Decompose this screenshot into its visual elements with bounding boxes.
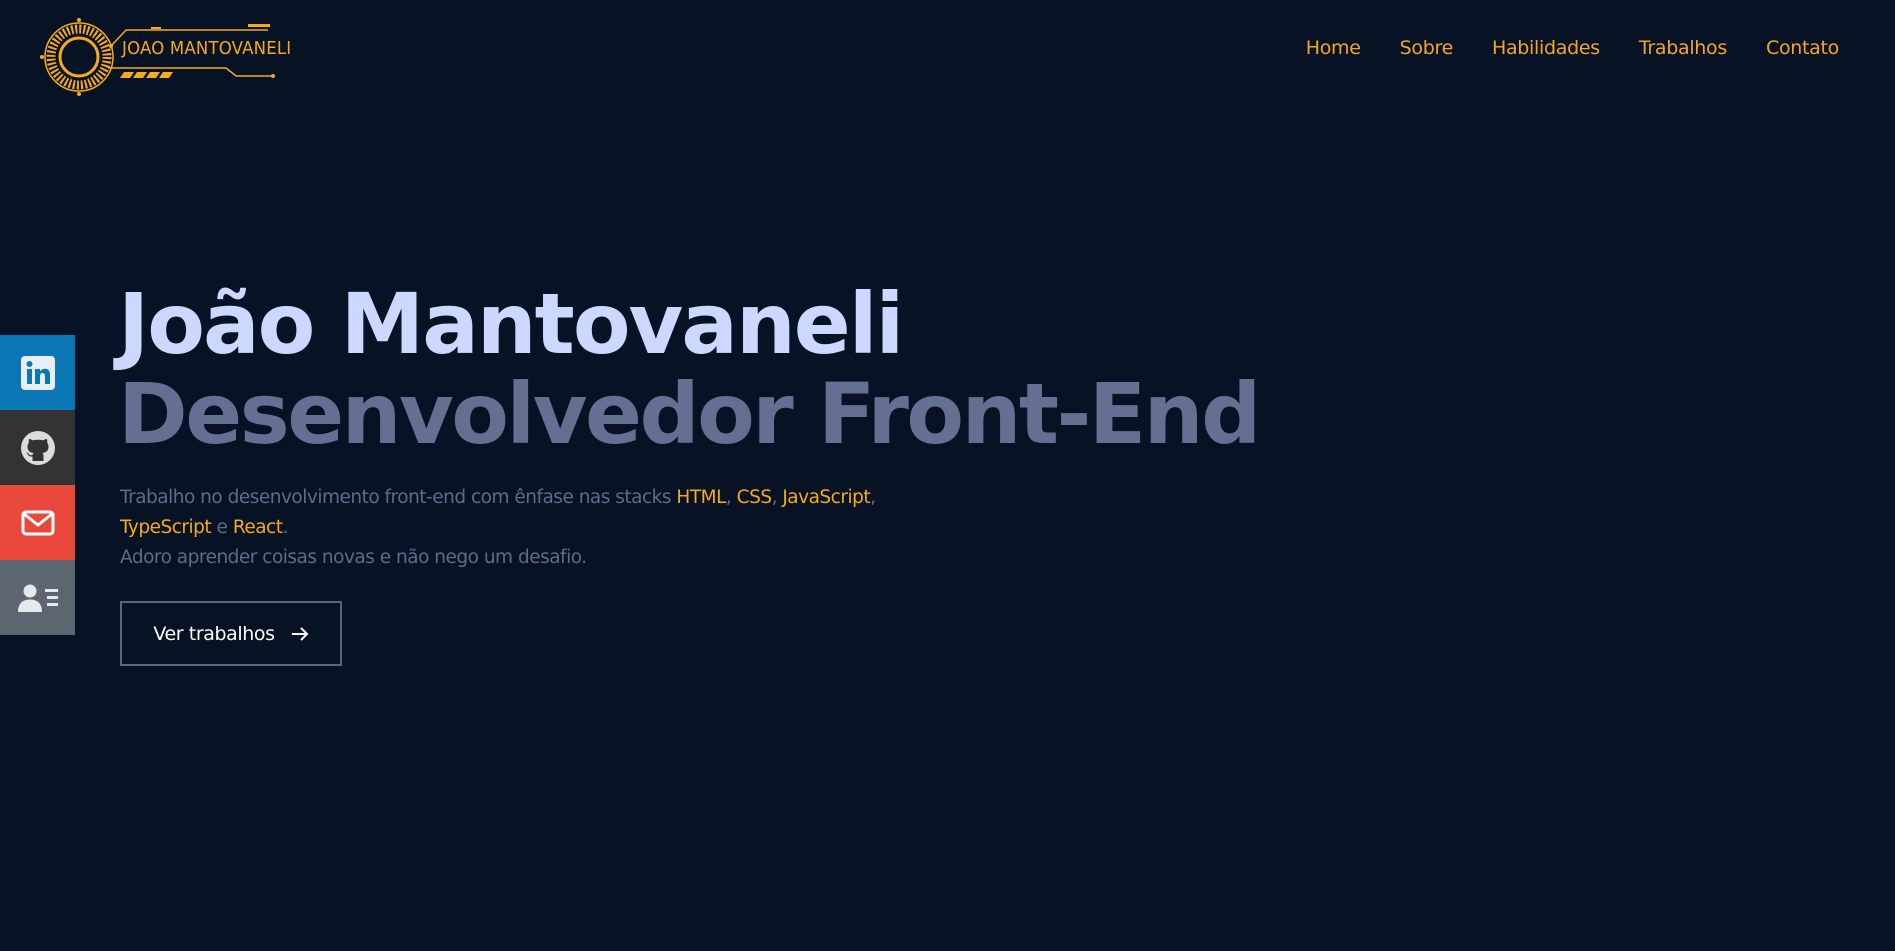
stack-html: HTML [676, 487, 726, 508]
page: JOAO MANTOVANELI Home Sobre Habilidades … [0, 0, 1895, 951]
ver-trabalhos-button[interactable]: Ver trabalhos [120, 601, 342, 666]
social-linkedin-button[interactable] [0, 335, 75, 410]
contact-card-icon [17, 584, 58, 612]
nav-home[interactable]: Home [1306, 37, 1361, 59]
linkedin-icon [20, 355, 55, 390]
social-sidebar [0, 335, 75, 635]
nav-sobre[interactable]: Sobre [1400, 37, 1454, 59]
desc-line2: Adoro aprender coisas novas e não nego u… [120, 547, 587, 568]
stack-javascript: JavaScript [782, 487, 871, 508]
stack-react: React [232, 517, 283, 538]
hero-description: Trabalho no desenvolvimento front-end co… [120, 483, 1020, 573]
desc-sep: , [725, 487, 737, 508]
desc-and: e [211, 517, 233, 538]
logo-text: JOAO MANTOVANELI [122, 38, 292, 59]
hero-role: Desenvolvedor Front-End [118, 365, 1261, 463]
hero-name: João Mantovaneli [118, 275, 904, 373]
nav-habilidades[interactable]: Habilidades [1492, 37, 1600, 59]
social-github-button[interactable] [0, 410, 75, 485]
ver-trabalhos-label: Ver trabalhos [153, 622, 275, 645]
desc-prefix: Trabalho no desenvolvimento front-end co… [120, 487, 677, 508]
nav-contato[interactable]: Contato [1766, 37, 1839, 59]
arrow-right-icon [291, 626, 309, 641]
github-icon [20, 430, 55, 465]
stack-typescript: TypeScript [120, 517, 212, 538]
social-resume-button[interactable] [0, 560, 75, 635]
main-nav: Home Sobre Habilidades Trabalhos Contato [1306, 37, 1840, 59]
desc-end: . [282, 517, 288, 538]
desc-sep: , [771, 487, 783, 508]
nav-trabalhos[interactable]: Trabalhos [1639, 37, 1727, 59]
desc-sep: , [870, 487, 876, 508]
mail-icon [21, 510, 54, 535]
stack-css: CSS [736, 487, 772, 508]
social-email-button[interactable] [0, 485, 75, 560]
